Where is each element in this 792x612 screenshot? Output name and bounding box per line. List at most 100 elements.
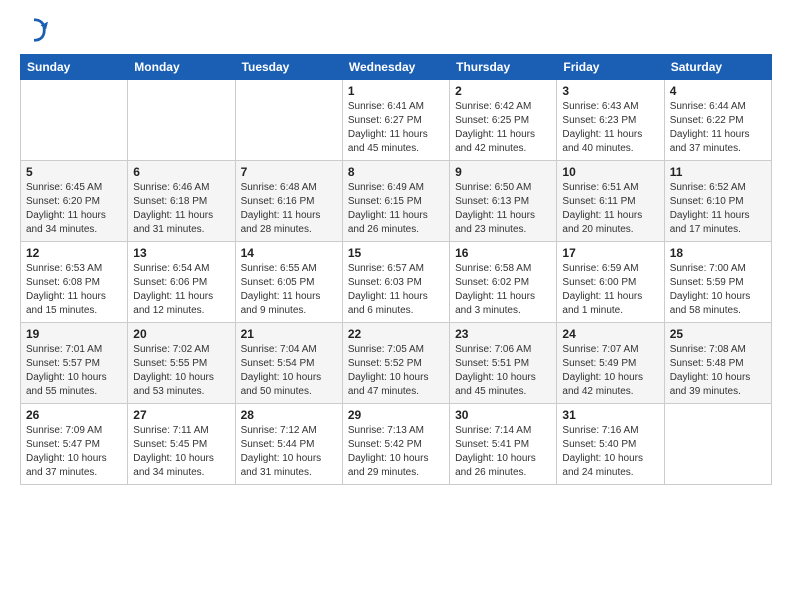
- day-number: 10: [562, 165, 658, 179]
- day-info: Sunrise: 6:54 AM Sunset: 6:06 PM Dayligh…: [133, 262, 229, 318]
- day-info: Sunrise: 6:43 AM Sunset: 6:23 PM Dayligh…: [562, 100, 658, 156]
- day-number: 15: [348, 246, 444, 260]
- day-info: Sunrise: 6:41 AM Sunset: 6:27 PM Dayligh…: [348, 100, 444, 156]
- day-number: 8: [348, 165, 444, 179]
- calendar-cell: 11 Sunrise: 6:52 AM Sunset: 6:10 PM Dayli…: [664, 161, 771, 242]
- day-number: 11: [670, 165, 766, 179]
- day-info: Sunrise: 6:44 AM Sunset: 6:22 PM Dayligh…: [670, 100, 766, 156]
- calendar-cell: 29 Sunrise: 7:13 AM Sunset: 5:42 PM Dayli…: [342, 404, 449, 485]
- day-info: Sunrise: 7:07 AM Sunset: 5:49 PM Dayligh…: [562, 343, 658, 399]
- day-number: 16: [455, 246, 551, 260]
- calendar-cell: 16 Sunrise: 6:58 AM Sunset: 6:02 PM Dayli…: [450, 242, 557, 323]
- calendar-cell: 25 Sunrise: 7:08 AM Sunset: 5:48 PM Dayli…: [664, 323, 771, 404]
- day-number: 6: [133, 165, 229, 179]
- day-number: 30: [455, 408, 551, 422]
- calendar-cell: [664, 404, 771, 485]
- calendar-cell: [21, 80, 128, 161]
- day-number: 20: [133, 327, 229, 341]
- header: [20, 16, 772, 44]
- calendar-cell: 24 Sunrise: 7:07 AM Sunset: 5:49 PM Dayli…: [557, 323, 664, 404]
- calendar-header: SundayMondayTuesdayWednesdayThursdayFrid…: [21, 55, 772, 80]
- day-number: 3: [562, 84, 658, 98]
- day-of-week-header: Wednesday: [342, 55, 449, 80]
- day-number: 22: [348, 327, 444, 341]
- day-info: Sunrise: 6:58 AM Sunset: 6:02 PM Dayligh…: [455, 262, 551, 318]
- calendar-cell: 20 Sunrise: 7:02 AM Sunset: 5:55 PM Dayli…: [128, 323, 235, 404]
- day-info: Sunrise: 6:49 AM Sunset: 6:15 PM Dayligh…: [348, 181, 444, 237]
- calendar-cell: 23 Sunrise: 7:06 AM Sunset: 5:51 PM Dayli…: [450, 323, 557, 404]
- day-number: 17: [562, 246, 658, 260]
- day-info: Sunrise: 6:59 AM Sunset: 6:00 PM Dayligh…: [562, 262, 658, 318]
- calendar-cell: 21 Sunrise: 7:04 AM Sunset: 5:54 PM Dayli…: [235, 323, 342, 404]
- calendar-cell: [235, 80, 342, 161]
- day-number: 19: [26, 327, 122, 341]
- calendar-cell: 5 Sunrise: 6:45 AM Sunset: 6:20 PM Daylig…: [21, 161, 128, 242]
- day-number: 29: [348, 408, 444, 422]
- day-info: Sunrise: 6:48 AM Sunset: 6:16 PM Dayligh…: [241, 181, 337, 237]
- calendar-week-row: 1 Sunrise: 6:41 AM Sunset: 6:27 PM Daylig…: [21, 80, 772, 161]
- calendar-body: 1 Sunrise: 6:41 AM Sunset: 6:27 PM Daylig…: [21, 80, 772, 485]
- calendar-cell: 27 Sunrise: 7:11 AM Sunset: 5:45 PM Dayli…: [128, 404, 235, 485]
- calendar-cell: [128, 80, 235, 161]
- day-info: Sunrise: 7:14 AM Sunset: 5:41 PM Dayligh…: [455, 424, 551, 480]
- day-info: Sunrise: 6:42 AM Sunset: 6:25 PM Dayligh…: [455, 100, 551, 156]
- calendar-cell: 9Sunrise: 6:50 AM Sunset: 6:13 PM Daylig…: [450, 161, 557, 242]
- day-info: Sunrise: 7:13 AM Sunset: 5:42 PM Dayligh…: [348, 424, 444, 480]
- day-number: 27: [133, 408, 229, 422]
- day-info: Sunrise: 6:45 AM Sunset: 6:20 PM Dayligh…: [26, 181, 122, 237]
- calendar-cell: 12 Sunrise: 6:53 AM Sunset: 6:08 PM Dayli…: [21, 242, 128, 323]
- day-number: 1: [348, 84, 444, 98]
- day-number: 2: [455, 84, 551, 98]
- day-number: 25: [670, 327, 766, 341]
- logo: [20, 16, 50, 44]
- calendar-week-row: 26 Sunrise: 7:09 AM Sunset: 5:47 PM Dayli…: [21, 404, 772, 485]
- calendar-cell: 18Sunrise: 7:00 AM Sunset: 5:59 PM Dayli…: [664, 242, 771, 323]
- calendar-cell: 2 Sunrise: 6:42 AM Sunset: 6:25 PM Daylig…: [450, 80, 557, 161]
- day-number: 18: [670, 246, 766, 260]
- day-info: Sunrise: 6:52 AM Sunset: 6:10 PM Dayligh…: [670, 181, 766, 237]
- day-number: 5: [26, 165, 122, 179]
- day-info: Sunrise: 6:57 AM Sunset: 6:03 PM Dayligh…: [348, 262, 444, 318]
- day-info: Sunrise: 6:53 AM Sunset: 6:08 PM Dayligh…: [26, 262, 122, 318]
- calendar-cell: 13Sunrise: 6:54 AM Sunset: 6:06 PM Dayli…: [128, 242, 235, 323]
- calendar-cell: 14Sunrise: 6:55 AM Sunset: 6:05 PM Dayli…: [235, 242, 342, 323]
- day-number: 21: [241, 327, 337, 341]
- day-number: 12: [26, 246, 122, 260]
- calendar-cell: 28Sunrise: 7:12 AM Sunset: 5:44 PM Dayli…: [235, 404, 342, 485]
- day-info: Sunrise: 6:46 AM Sunset: 6:18 PM Dayligh…: [133, 181, 229, 237]
- calendar-cell: 26 Sunrise: 7:09 AM Sunset: 5:47 PM Dayli…: [21, 404, 128, 485]
- day-number: 7: [241, 165, 337, 179]
- day-of-week-header: Tuesday: [235, 55, 342, 80]
- calendar-cell: 7 Sunrise: 6:48 AM Sunset: 6:16 PM Daylig…: [235, 161, 342, 242]
- day-number: 31: [562, 408, 658, 422]
- calendar-week-row: 12 Sunrise: 6:53 AM Sunset: 6:08 PM Dayli…: [21, 242, 772, 323]
- days-of-week-row: SundayMondayTuesdayWednesdayThursdayFrid…: [21, 55, 772, 80]
- day-of-week-header: Friday: [557, 55, 664, 80]
- calendar-cell: 22 Sunrise: 7:05 AM Sunset: 5:52 PM Dayli…: [342, 323, 449, 404]
- day-number: 24: [562, 327, 658, 341]
- day-of-week-header: Saturday: [664, 55, 771, 80]
- day-info: Sunrise: 7:09 AM Sunset: 5:47 PM Dayligh…: [26, 424, 122, 480]
- day-info: Sunrise: 7:02 AM Sunset: 5:55 PM Dayligh…: [133, 343, 229, 399]
- day-info: Sunrise: 7:16 AM Sunset: 5:40 PM Dayligh…: [562, 424, 658, 480]
- day-info: Sunrise: 7:12 AM Sunset: 5:44 PM Dayligh…: [241, 424, 337, 480]
- day-info: Sunrise: 7:06 AM Sunset: 5:51 PM Dayligh…: [455, 343, 551, 399]
- calendar-cell: 4Sunrise: 6:44 AM Sunset: 6:22 PM Daylig…: [664, 80, 771, 161]
- calendar-cell: 8 Sunrise: 6:49 AM Sunset: 6:15 PM Daylig…: [342, 161, 449, 242]
- day-number: 14: [241, 246, 337, 260]
- logo-icon: [20, 16, 48, 44]
- day-of-week-header: Monday: [128, 55, 235, 80]
- day-info: Sunrise: 7:05 AM Sunset: 5:52 PM Dayligh…: [348, 343, 444, 399]
- day-number: 23: [455, 327, 551, 341]
- day-info: Sunrise: 7:01 AM Sunset: 5:57 PM Dayligh…: [26, 343, 122, 399]
- day-info: Sunrise: 7:08 AM Sunset: 5:48 PM Dayligh…: [670, 343, 766, 399]
- calendar-week-row: 5 Sunrise: 6:45 AM Sunset: 6:20 PM Daylig…: [21, 161, 772, 242]
- day-of-week-header: Thursday: [450, 55, 557, 80]
- day-info: Sunrise: 7:11 AM Sunset: 5:45 PM Dayligh…: [133, 424, 229, 480]
- day-info: Sunrise: 7:04 AM Sunset: 5:54 PM Dayligh…: [241, 343, 337, 399]
- calendar-cell: 15 Sunrise: 6:57 AM Sunset: 6:03 PM Dayli…: [342, 242, 449, 323]
- calendar-cell: 1 Sunrise: 6:41 AM Sunset: 6:27 PM Daylig…: [342, 80, 449, 161]
- calendar-cell: 6 Sunrise: 6:46 AM Sunset: 6:18 PM Daylig…: [128, 161, 235, 242]
- calendar-cell: 30 Sunrise: 7:14 AM Sunset: 5:41 PM Dayli…: [450, 404, 557, 485]
- day-number: 26: [26, 408, 122, 422]
